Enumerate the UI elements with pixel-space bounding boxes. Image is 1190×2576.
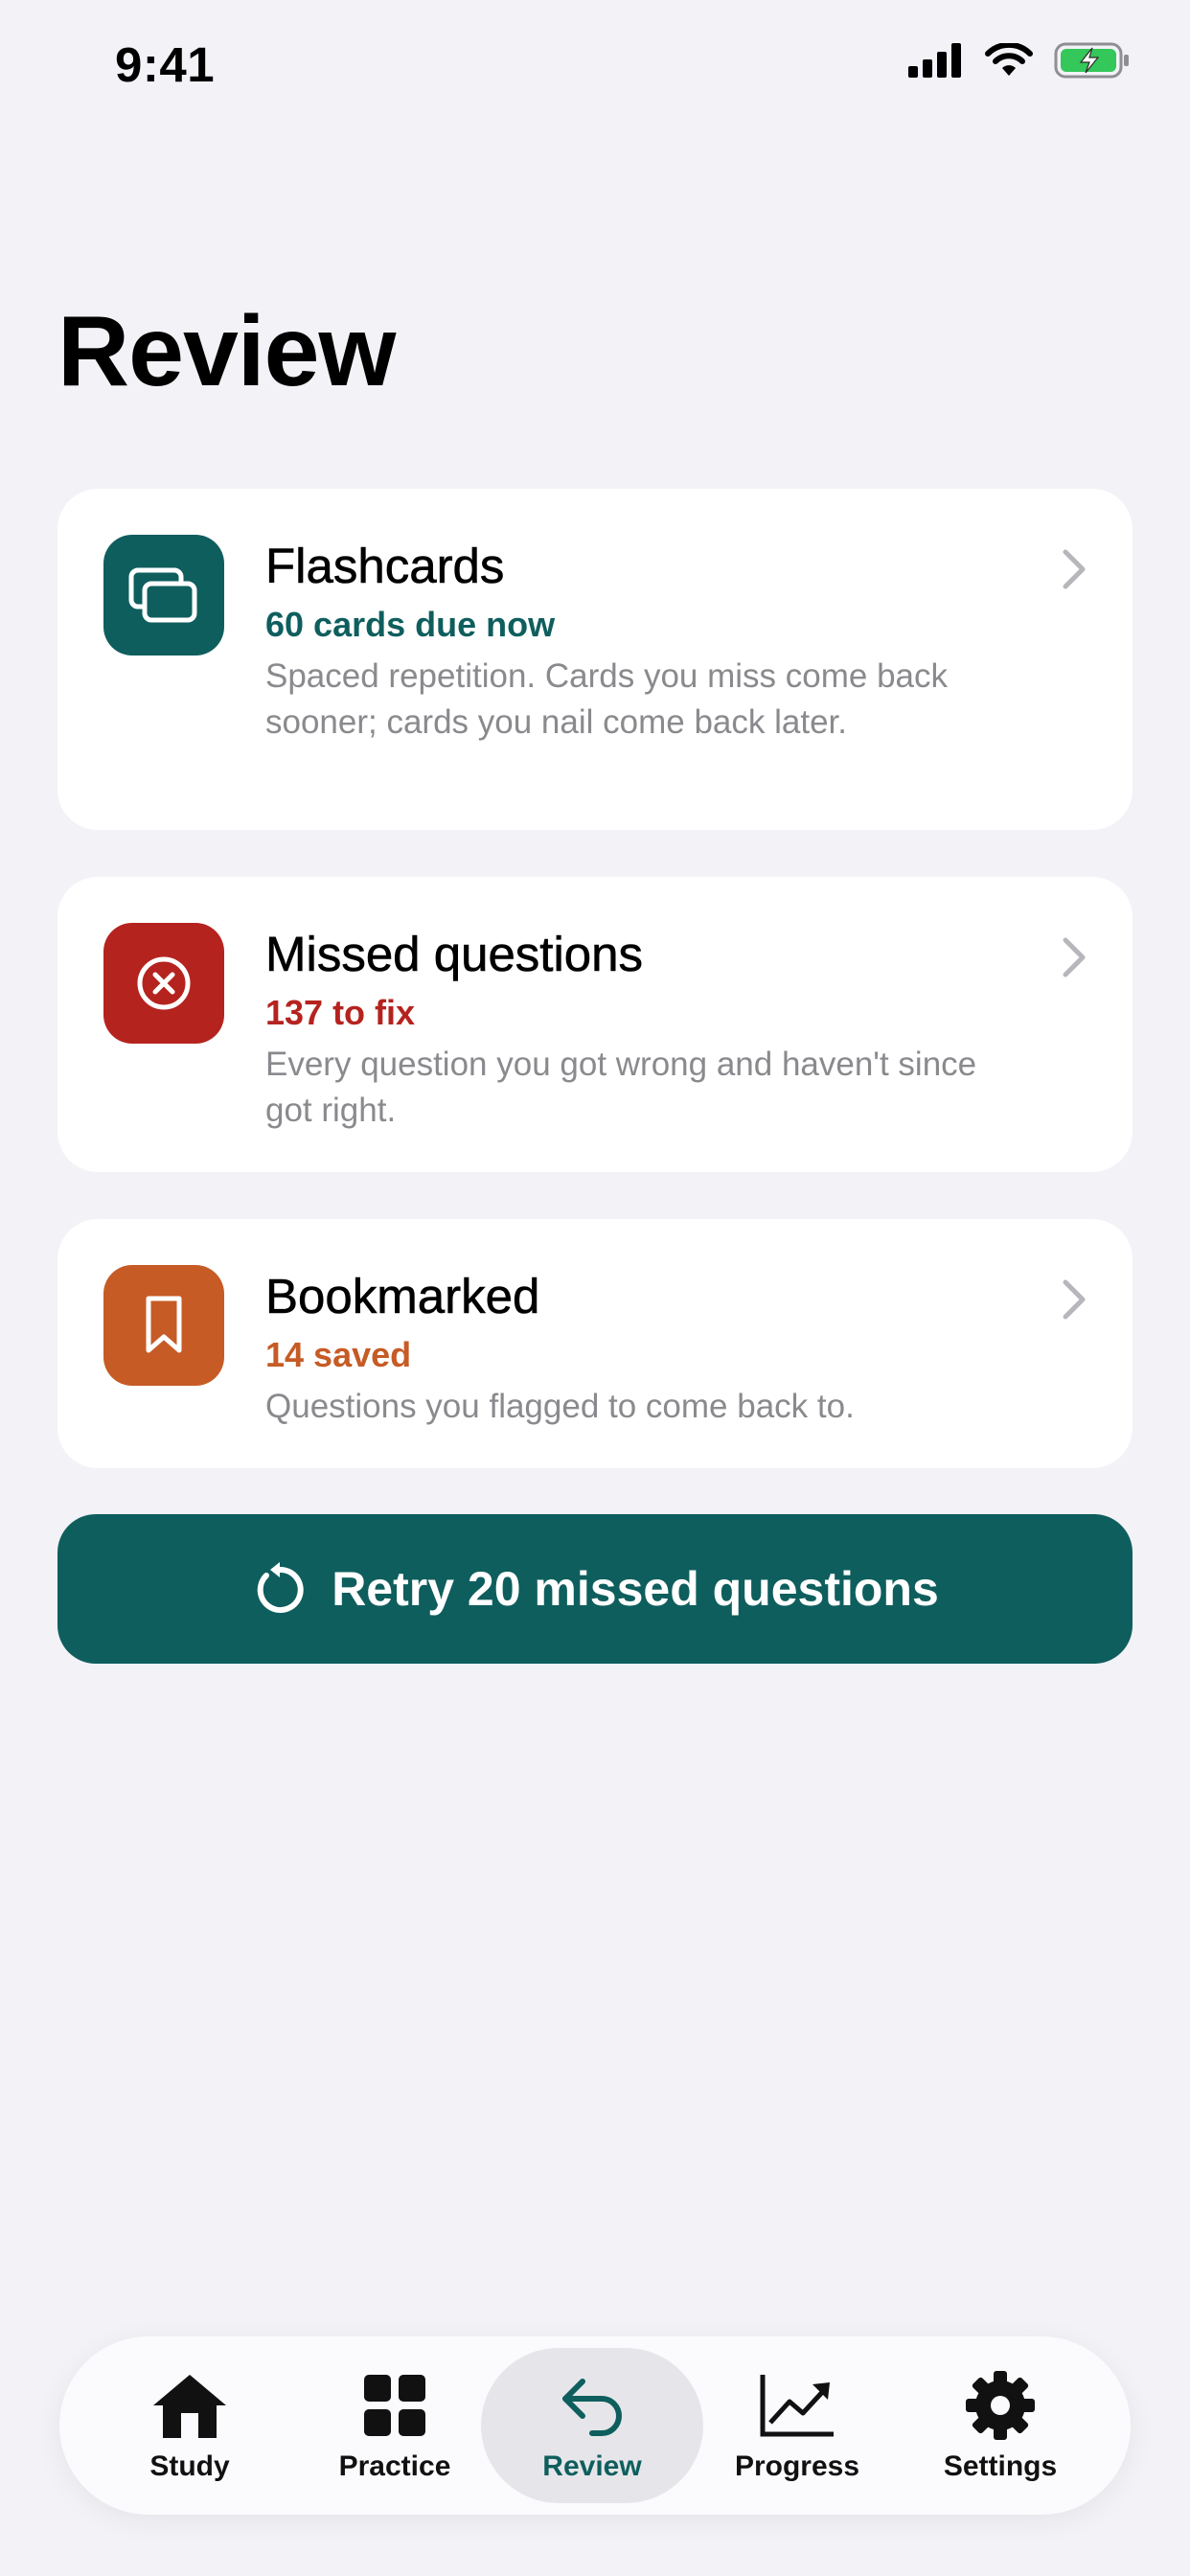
home-icon xyxy=(153,2375,226,2438)
tab-progress[interactable]: Progress xyxy=(686,2348,908,2503)
grid-icon xyxy=(364,2375,425,2436)
card-description: Every question you got wrong and haven't… xyxy=(265,1045,977,1129)
chevron-right-icon xyxy=(1063,549,1086,589)
status-bar: 9:41 xyxy=(0,0,1190,134)
bookmark-icon xyxy=(103,1265,224,1386)
page-title: Review xyxy=(57,296,396,407)
tab-study[interactable]: Study xyxy=(79,2348,301,2503)
x-circle-icon xyxy=(103,923,224,1044)
flashcards-text: Flashcards 60 cards due now Spaced repet… xyxy=(265,537,989,746)
trend-chart-icon xyxy=(760,2375,834,2437)
tab-label: Practice xyxy=(338,2450,451,2482)
card-description: Questions you flagged to come back to. xyxy=(265,1387,855,1425)
missed-questions-card[interactable]: Missed questions 137 to fix Every questi… xyxy=(57,877,1133,1172)
card-description: Spaced repetition. Cards you miss come b… xyxy=(265,656,948,741)
card-title: Flashcards xyxy=(265,539,505,594)
missed-questions-text: Missed questions 137 to fix Every questi… xyxy=(265,925,989,1134)
gear-icon xyxy=(966,2371,1035,2440)
tab-label: Study xyxy=(149,2450,230,2482)
tab-settings[interactable]: Settings xyxy=(889,2348,1111,2503)
flashcards-card[interactable]: Flashcards 60 cards due now Spaced repet… xyxy=(57,489,1133,830)
card-subtitle: 60 cards due now xyxy=(265,605,556,645)
retry-missed-button[interactable]: Retry 20 missed questions xyxy=(57,1514,1133,1664)
tab-bar: Study Practice Review Progress Settings xyxy=(59,2336,1131,2515)
flashcards-icon xyxy=(103,535,224,656)
wifi-icon xyxy=(985,43,1033,76)
bookmarked-card[interactable]: Bookmarked 14 saved Questions you flagge… xyxy=(57,1219,1133,1468)
tab-label: Progress xyxy=(734,2450,860,2482)
card-subtitle: 14 saved xyxy=(265,1335,412,1375)
card-title: Bookmarked xyxy=(265,1269,540,1324)
retry-icon xyxy=(257,1562,304,1613)
chevron-right-icon xyxy=(1063,1279,1086,1320)
card-subtitle: 137 to fix xyxy=(265,993,416,1033)
retry-button-label: Retry 20 missed questions xyxy=(332,1562,939,1616)
tab-label: Review xyxy=(542,2450,642,2482)
tab-label: Settings xyxy=(943,2450,1058,2482)
tab-review[interactable]: Review xyxy=(481,2348,703,2503)
cellular-signal-icon xyxy=(908,43,961,78)
battery-charging-icon xyxy=(1054,42,1129,79)
tab-practice[interactable]: Practice xyxy=(284,2348,506,2503)
chevron-right-icon xyxy=(1063,937,1086,978)
return-arrow-icon xyxy=(562,2379,622,2436)
bookmarked-text: Bookmarked 14 saved Questions you flagge… xyxy=(265,1267,989,1430)
status-icons xyxy=(908,42,1131,79)
card-title: Missed questions xyxy=(265,927,644,982)
status-time: 9:41 xyxy=(115,37,216,92)
review-screen: 9:41 Review Flashcards 60 cards due now … xyxy=(0,0,1190,2576)
